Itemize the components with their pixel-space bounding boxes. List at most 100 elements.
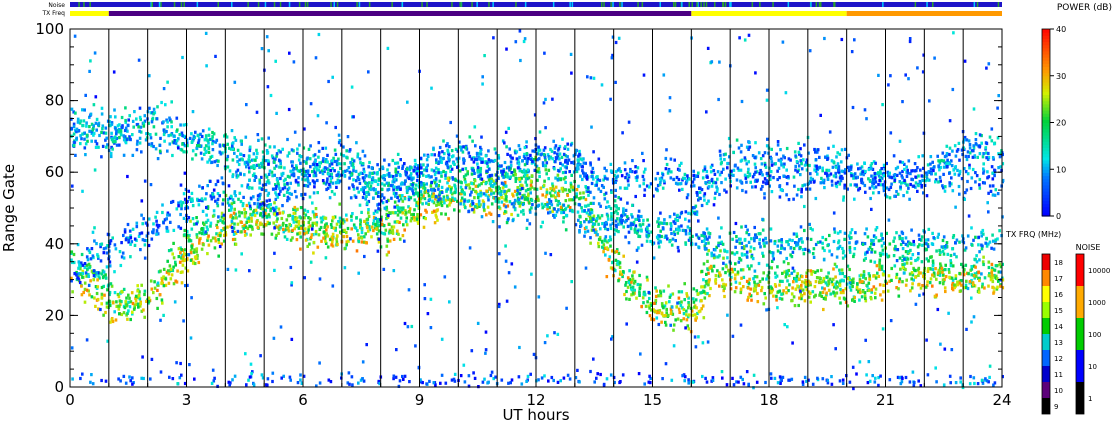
backscatter-cell — [345, 149, 348, 153]
backscatter-cell — [181, 142, 184, 146]
backscatter-cell — [624, 208, 628, 212]
backscatter-cell — [318, 227, 322, 231]
backscatter-cell — [941, 238, 945, 243]
backscatter-cell — [746, 298, 749, 302]
backscatter-cell — [785, 146, 789, 151]
backscatter-cell — [749, 287, 753, 291]
backscatter-cell — [244, 135, 248, 139]
backscatter-cell — [678, 310, 681, 314]
noise-bar-tick — [612, 2, 614, 7]
backscatter-cell — [150, 142, 154, 146]
backscatter-cell — [283, 235, 287, 239]
backscatter-cell — [191, 157, 194, 161]
backscatter-cell — [620, 214, 623, 218]
backscatter-cell — [207, 127, 211, 131]
backscatter-cell — [158, 149, 162, 153]
backscatter-cell — [142, 217, 145, 221]
backscatter-cell — [326, 225, 329, 229]
backscatter-cell — [919, 286, 923, 290]
backscatter-cell — [235, 155, 239, 159]
backscatter-cell — [566, 161, 569, 165]
backscatter-cell — [687, 211, 690, 215]
backscatter-cell — [304, 238, 308, 242]
backscatter-cell — [160, 278, 164, 282]
backscatter-cell — [568, 206, 572, 210]
backscatter-cell — [927, 227, 931, 231]
backscatter-cell — [558, 157, 561, 161]
backscatter-cell — [380, 182, 384, 186]
backscatter-cell — [296, 147, 299, 151]
backscatter-cell — [451, 176, 454, 180]
backscatter-cell — [297, 226, 301, 230]
backscatter-cell — [672, 323, 676, 327]
backscatter-cell — [831, 283, 835, 287]
backscatter-cell — [154, 147, 158, 151]
backscatter-cell — [137, 305, 140, 309]
backscatter-cell — [124, 118, 127, 123]
backscatter-cell — [660, 320, 663, 324]
backscatter-cell — [267, 172, 271, 176]
backscatter-cell — [757, 283, 761, 287]
backscatter-cell — [109, 151, 113, 155]
backscatter-cell — [797, 150, 801, 154]
noise-bar-tick — [426, 2, 428, 7]
backscatter-cell — [925, 173, 929, 177]
noise-bar — [70, 2, 1002, 7]
backscatter-cell — [278, 211, 281, 215]
backscatter-cell — [473, 196, 476, 200]
backscatter-cell — [557, 194, 561, 198]
backscatter-cell — [142, 308, 145, 312]
backscatter-cell — [837, 246, 841, 250]
backscatter-cell — [895, 173, 899, 177]
backscatter-cell — [512, 194, 515, 198]
backscatter-cell — [128, 296, 131, 300]
backscatter-cell — [226, 165, 230, 169]
backscatter-cell — [236, 222, 240, 226]
backscatter-cell — [835, 155, 838, 159]
backscatter-cell — [833, 294, 837, 298]
backscatter-cell — [577, 218, 580, 222]
backscatter-cell — [866, 284, 869, 288]
backscatter-cell — [508, 147, 511, 151]
backscatter-cell — [387, 163, 391, 167]
backscatter-cell — [155, 117, 159, 121]
backscatter-cell — [548, 191, 552, 195]
backscatter-cell — [349, 161, 352, 165]
backscatter-cell — [849, 231, 852, 235]
backscatter-cell — [949, 253, 953, 258]
backscatter-cell — [314, 229, 318, 234]
backscatter-cell — [617, 279, 620, 283]
backscatter-cell — [447, 156, 450, 160]
backscatter-cell — [719, 153, 722, 157]
backscatter-cell — [706, 252, 709, 256]
backscatter-cell — [327, 168, 330, 172]
backscatter-cell — [945, 241, 949, 245]
backscatter-cell — [720, 226, 723, 230]
backscatter-cell — [665, 307, 668, 312]
noise-bar-tick — [298, 2, 301, 7]
backscatter-cell — [712, 264, 716, 268]
backscatter-cell — [525, 152, 529, 156]
backscatter-cell — [967, 154, 970, 159]
backscatter-cell — [299, 155, 303, 159]
backscatter-cell — [351, 212, 354, 216]
backscatter-cell — [192, 222, 196, 226]
backscatter-cell — [954, 165, 957, 169]
backscatter-cell — [916, 245, 920, 249]
backscatter-cell — [663, 218, 666, 222]
backscatter-cell — [974, 132, 978, 136]
backscatter-cell — [505, 195, 508, 199]
backscatter-cell — [508, 200, 512, 204]
backscatter-cell — [660, 302, 664, 306]
backscatter-cell — [314, 207, 318, 211]
backscatter-cell — [561, 137, 564, 141]
backscatter-cell — [520, 183, 523, 187]
backscatter-cell — [453, 197, 457, 201]
backscatter-cell — [818, 276, 821, 280]
backscatter-cell — [460, 181, 463, 185]
backscatter-cell — [368, 160, 371, 165]
backscatter-cell — [785, 291, 788, 295]
backscatter-cell — [513, 168, 516, 172]
backscatter-cell — [794, 287, 798, 291]
backscatter-cell — [100, 112, 104, 116]
